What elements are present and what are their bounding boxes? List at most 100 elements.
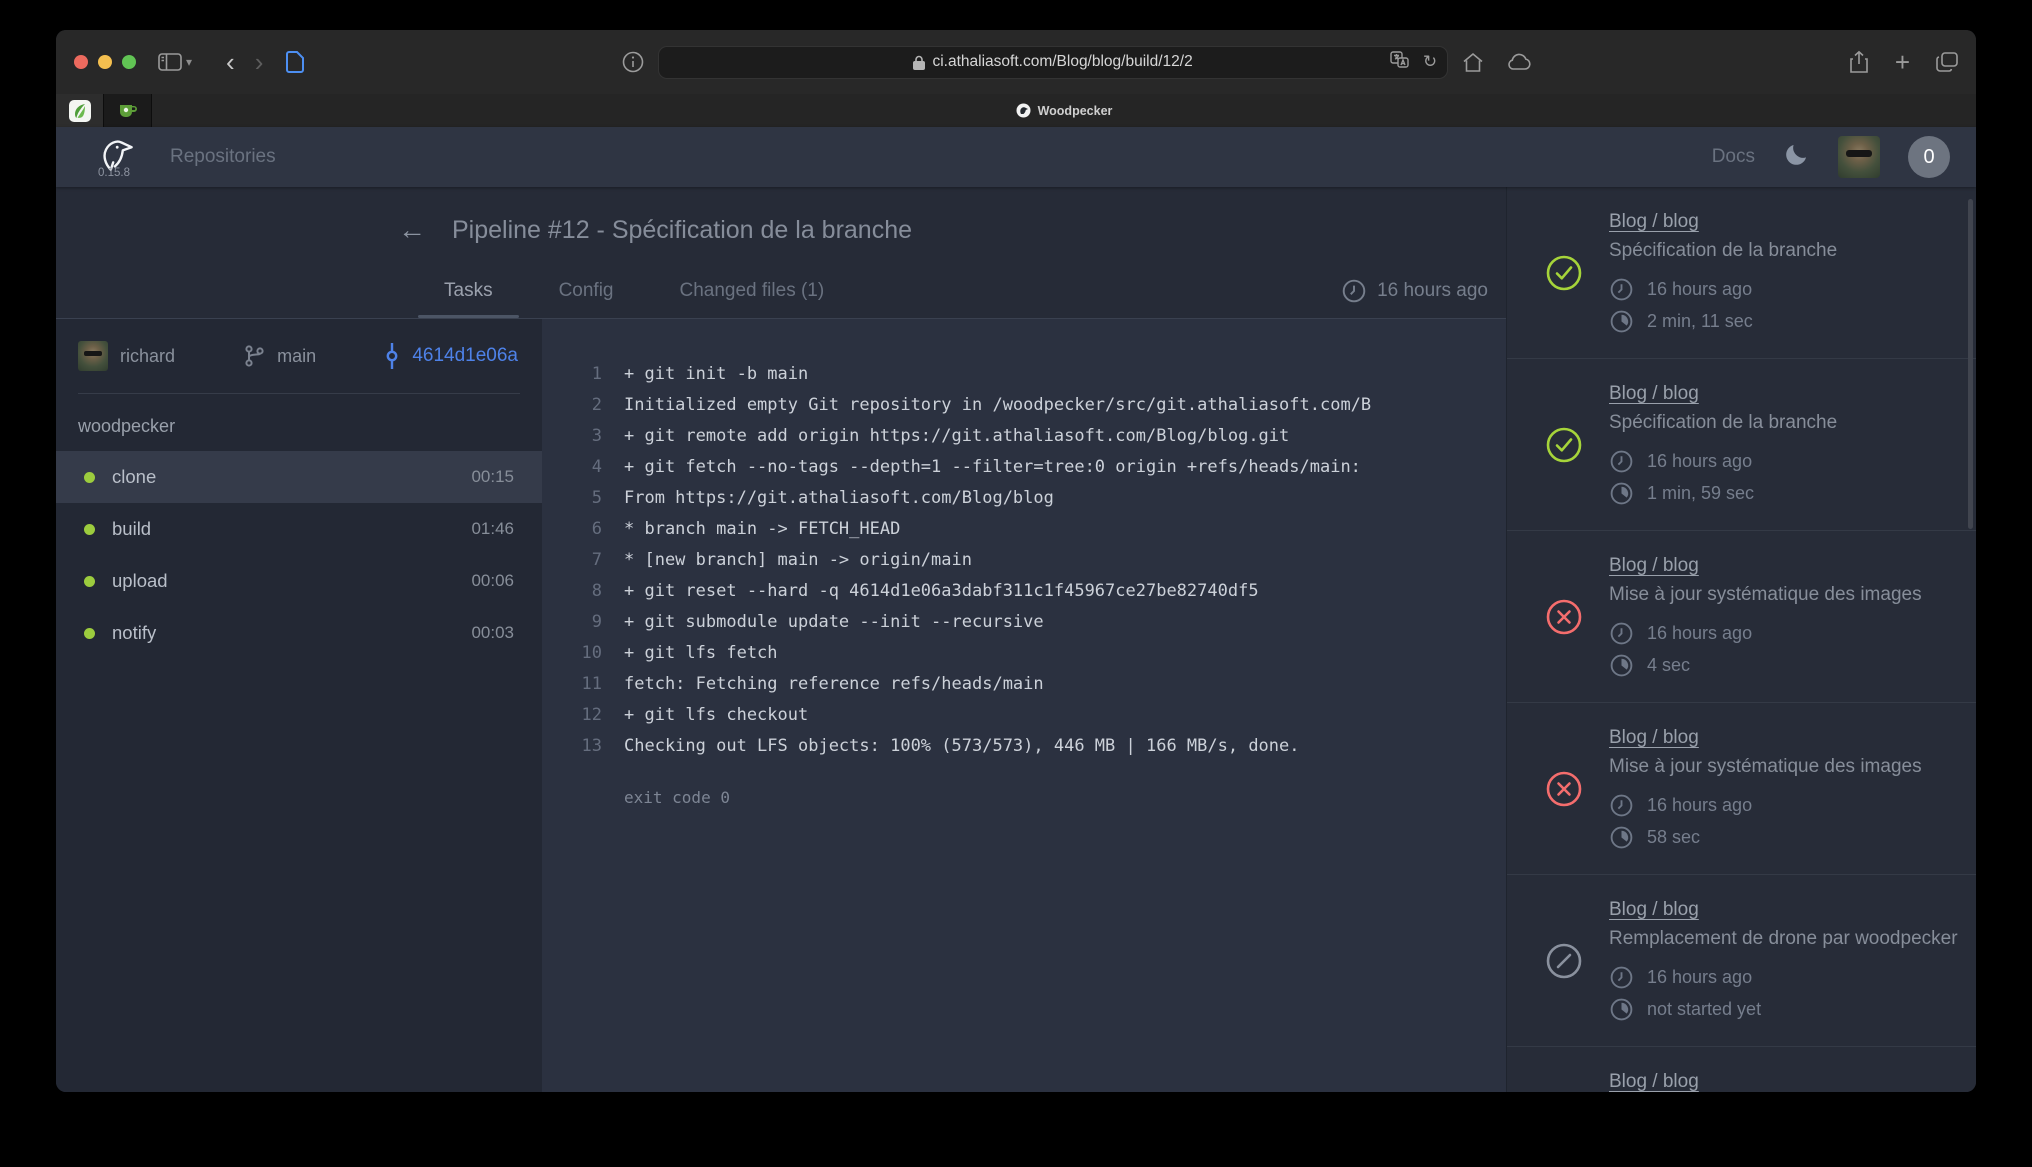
status-failure-icon	[1545, 598, 1583, 636]
address-bar[interactable]: ci.athaliasoft.com/Blog/blog/build/12/2 …	[658, 46, 1448, 79]
window-controls	[74, 55, 136, 69]
reload-icon[interactable]: ↻	[1423, 52, 1437, 72]
step-clone[interactable]: clone 00:15	[56, 451, 542, 503]
nav-repositories-link[interactable]: Repositories	[170, 146, 276, 168]
log-line: 12+ git lfs checkout	[566, 700, 1496, 731]
entry-time: 16 hours ago	[1609, 277, 1837, 302]
cloud-icon[interactable]	[1506, 53, 1532, 71]
commit-message: Spécification de la branche	[1609, 240, 1837, 262]
pinned-tab-gitea[interactable]	[104, 94, 152, 127]
commit-link[interactable]: 4614d1e06a	[384, 343, 518, 369]
woodpecker-favicon	[1016, 103, 1031, 118]
log-line: 9+ git submodule update --init --recursi…	[566, 607, 1496, 638]
entry-time: 16 hours ago	[1609, 793, 1922, 818]
teacup-favicon	[118, 103, 138, 119]
tab-changed-files[interactable]: Changed files (1)	[654, 263, 851, 318]
commit-message: Mise à jour systématique des images	[1609, 756, 1922, 778]
repo-link[interactable]: Blog / blog	[1609, 383, 1699, 404]
repo-link[interactable]: Blog / blog	[1609, 727, 1699, 748]
clock-icon	[1609, 965, 1634, 990]
zoom-window-button[interactable]	[122, 55, 136, 69]
commit-message: Remplacement de drone par woodpecker	[1609, 928, 1950, 950]
step-status-dot	[84, 576, 95, 587]
entry-duration: 58 sec	[1609, 825, 1922, 850]
leaf-favicon	[69, 100, 91, 122]
pipeline-title: Pipeline #12 - Spécification de la branc…	[452, 216, 912, 245]
tab-config[interactable]: Config	[533, 263, 640, 318]
log-line: 6* branch main -> FETCH_HEAD	[566, 514, 1496, 545]
forward-button[interactable]: ›	[255, 49, 264, 75]
repo-link[interactable]: Blog / blog	[1609, 1071, 1699, 1092]
entry-time: 16 hours ago	[1609, 449, 1837, 474]
browser-window: ▾ ‹ › ci.athaliasoft.com/Blog/blog/build…	[56, 30, 1976, 1092]
pinned-tab-leaf[interactable]	[56, 94, 104, 127]
reader-page-icon[interactable]	[285, 50, 305, 74]
share-icon[interactable]	[1849, 50, 1869, 74]
status-success-icon	[1545, 426, 1583, 464]
history-entry[interactable]: Blog / blog Remplacement de drone par wo…	[1507, 1047, 1976, 1092]
entry-time: 16 hours ago	[1609, 965, 1950, 990]
history-entry[interactable]: Blog / blog Mise à jour systématique des…	[1507, 703, 1976, 875]
tab-bar: Woodpecker	[56, 94, 1976, 127]
repo-link[interactable]: Blog / blog	[1609, 899, 1699, 920]
version-label: 0.15.8	[98, 167, 130, 179]
pipeline-history-panel[interactable]: Blog / blog Spécification de la branche …	[1506, 187, 1976, 1092]
repo-link[interactable]: Blog / blog	[1609, 555, 1699, 576]
tab-woodpecker[interactable]: Woodpecker	[152, 94, 1976, 127]
panel-scrollbar[interactable]	[1968, 199, 1973, 529]
clock-icon	[1609, 621, 1634, 646]
status-failure-icon	[1545, 770, 1583, 808]
sidebar-toggle-icon[interactable]	[158, 53, 182, 71]
app-navbar: 0.15.8 Repositories Docs 0	[56, 127, 1976, 187]
duration-icon	[1609, 997, 1634, 1022]
clock-icon	[1609, 449, 1634, 474]
home-icon[interactable]	[1462, 52, 1484, 73]
translate-icon[interactable]	[1390, 51, 1409, 73]
console-log[interactable]: 1+ git init -b main 2Initialized empty G…	[542, 319, 1506, 1092]
workflow-name: woodpecker	[56, 394, 542, 451]
duration-icon	[1609, 309, 1634, 334]
step-build[interactable]: build 01:46	[56, 503, 542, 555]
lock-icon	[913, 55, 925, 70]
close-window-button[interactable]	[74, 55, 88, 69]
new-tab-icon[interactable]: +	[1895, 47, 1910, 78]
chevron-down-icon[interactable]: ▾	[186, 55, 192, 69]
duration-icon	[1609, 481, 1634, 506]
history-entry[interactable]: Blog / blog Mise à jour systématique des…	[1507, 531, 1976, 703]
woodpecker-logo[interactable]: 0.15.8	[86, 136, 142, 179]
back-arrow-icon[interactable]: ←	[398, 216, 426, 244]
log-line: 7* [new branch] main -> origin/main	[566, 545, 1496, 576]
commit-message: Mise à jour systématique des images	[1609, 584, 1922, 606]
step-upload[interactable]: upload 00:06	[56, 555, 542, 607]
back-button[interactable]: ‹	[226, 49, 235, 75]
log-line: 3+ git remote add origin https://git.ath…	[566, 421, 1496, 452]
clock-icon	[1609, 277, 1634, 302]
history-entry[interactable]: Blog / blog Spécification de la branche …	[1507, 187, 1976, 359]
steps-panel: richard main	[56, 319, 542, 1092]
clock-icon	[1609, 793, 1634, 818]
duration-icon	[1609, 825, 1634, 850]
log-line: 1+ git init -b main	[566, 359, 1496, 390]
nav-docs-link[interactable]: Docs	[1712, 146, 1755, 168]
minimize-window-button[interactable]	[98, 55, 112, 69]
log-line: 11fetch: Fetching reference refs/heads/m…	[566, 669, 1496, 700]
url-text: ci.athaliasoft.com/Blog/blog/build/12/2	[913, 53, 1192, 71]
history-entry[interactable]: Blog / blog Spécification de la branche …	[1507, 359, 1976, 531]
author-avatar	[78, 341, 108, 371]
step-notify[interactable]: notify 00:03	[56, 607, 542, 659]
info-icon[interactable]	[622, 51, 644, 73]
history-entry[interactable]: Blog / blog Remplacement de drone par wo…	[1507, 875, 1976, 1047]
user-avatar[interactable]	[1838, 136, 1880, 178]
dark-mode-toggle-icon[interactable]	[1783, 141, 1810, 173]
tab-overview-icon[interactable]	[1936, 52, 1958, 72]
pipeline-header: ← Pipeline #12 - Spécification de la bra…	[56, 187, 1506, 319]
tab-tasks[interactable]: Tasks	[418, 263, 519, 318]
step-status-dot	[84, 628, 95, 639]
commit-icon	[384, 343, 400, 369]
status-skipped-icon	[1545, 942, 1583, 980]
repo-link[interactable]: Blog / blog	[1609, 211, 1699, 232]
notification-badge[interactable]: 0	[1908, 136, 1950, 178]
browser-toolbar: ▾ ‹ › ci.athaliasoft.com/Blog/blog/build…	[56, 30, 1976, 94]
log-line: 5From https://git.athaliasoft.com/Blog/b…	[566, 483, 1496, 514]
pipeline-tabs: Tasks Config Changed files (1) 16 hours …	[398, 263, 1506, 318]
